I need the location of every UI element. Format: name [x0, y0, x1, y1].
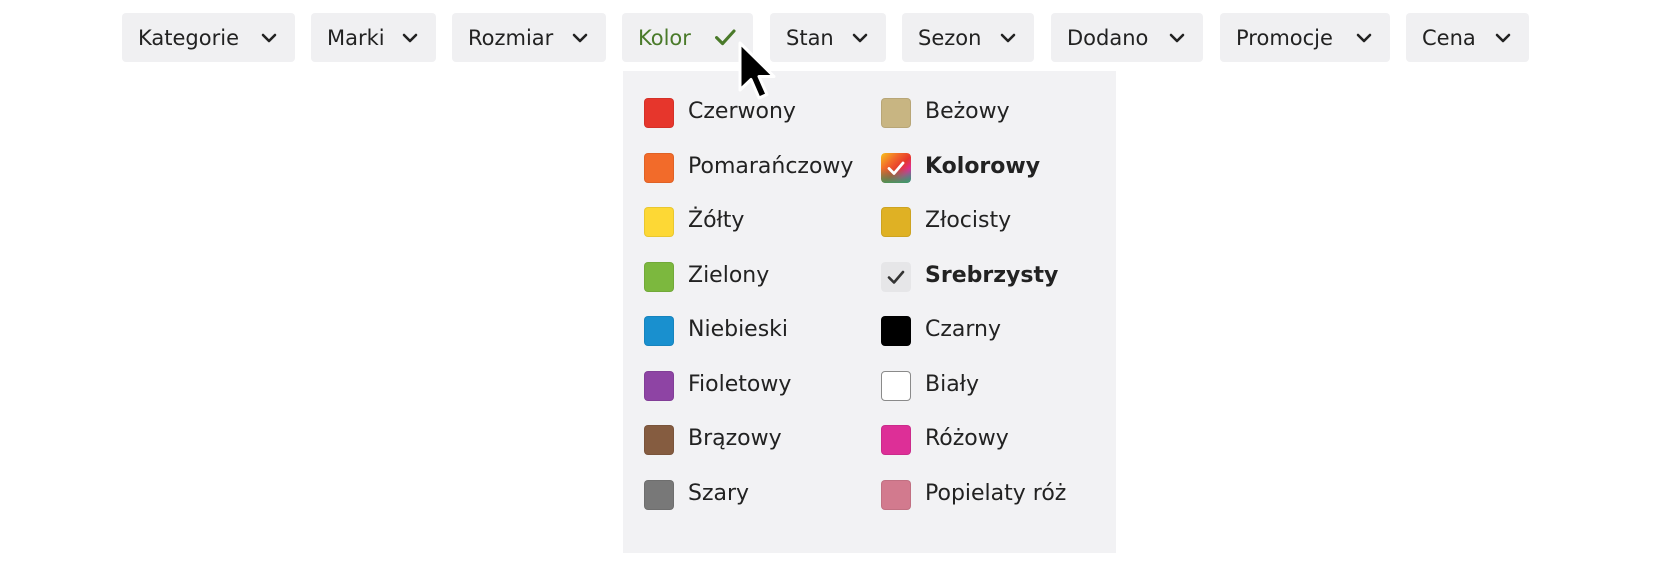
color-dropdown-panel: Czerwony Pomarańczowy Żółty Zielony Nieb…	[623, 71, 1116, 553]
filter-stan-button[interactable]: Stan	[770, 13, 886, 62]
color-option-niebieski[interactable]: Niebieski	[644, 315, 864, 347]
color-option-pomaranczowy[interactable]: Pomarańczowy	[644, 152, 864, 184]
filter-stan-label: Stan	[786, 25, 834, 50]
filter-sezon-button[interactable]: Sezon	[902, 13, 1034, 62]
purple-swatch	[644, 371, 674, 401]
chevron-down-icon	[1356, 33, 1372, 43]
filter-sezon-label: Sezon	[918, 25, 982, 50]
color-option-srebrzysty[interactable]: Srebrzysty	[881, 261, 1101, 293]
color-option-label: Kolorowy	[925, 154, 1041, 179]
color-option-label: Popielaty róż	[925, 481, 1067, 506]
chevron-down-icon	[402, 33, 418, 43]
color-option-label: Czerwony	[688, 99, 796, 124]
color-option-bezowy[interactable]: Beżowy	[881, 97, 1101, 129]
green-swatch	[644, 262, 674, 292]
filter-kolor-button[interactable]: Kolor	[622, 13, 753, 62]
color-option-label: Pomarańczowy	[688, 154, 854, 179]
color-option-label: Żółty	[688, 208, 745, 233]
filter-cena-button[interactable]: Cena	[1406, 13, 1529, 62]
orange-swatch	[644, 153, 674, 183]
color-option-label: Biały	[925, 372, 979, 397]
color-option-popielaty-roz[interactable]: Popielaty róż	[881, 479, 1101, 511]
filter-rozmiar-label: Rozmiar	[468, 25, 554, 50]
color-option-label: Brązowy	[688, 426, 782, 451]
filter-marki-label: Marki	[327, 25, 385, 50]
chevron-down-icon	[572, 33, 588, 43]
color-option-label: Szary	[688, 481, 750, 506]
color-option-label: Czarny	[925, 317, 1002, 342]
filter-promocje-label: Promocje	[1236, 25, 1333, 50]
blue-swatch	[644, 316, 674, 346]
color-option-label: Fioletowy	[688, 372, 792, 397]
filter-kolor-label: Kolor	[638, 25, 691, 50]
filter-kategorie-button[interactable]: Kategorie	[122, 13, 295, 62]
multicolor-checked-swatch-icon	[881, 153, 911, 183]
color-option-kolorowy[interactable]: Kolorowy	[881, 152, 1101, 184]
checkmark-icon	[715, 29, 736, 46]
color-option-label: Zielony	[688, 263, 770, 288]
filter-cena-label: Cena	[1422, 25, 1476, 50]
filter-rozmiar-button[interactable]: Rozmiar	[452, 13, 606, 62]
red-swatch	[644, 98, 674, 128]
beige-swatch	[881, 98, 911, 128]
color-option-czerwony[interactable]: Czerwony	[644, 97, 864, 129]
pink-swatch	[881, 425, 911, 455]
black-swatch	[881, 316, 911, 346]
color-option-bialy[interactable]: Biały	[881, 370, 1101, 402]
color-option-zlocisty[interactable]: Złocisty	[881, 206, 1101, 238]
white-swatch	[881, 371, 911, 401]
chevron-down-icon	[852, 33, 868, 43]
color-option-brazowy[interactable]: Brązowy	[644, 424, 864, 456]
color-option-rozowy[interactable]: Różowy	[881, 424, 1101, 456]
filter-marki-button[interactable]: Marki	[311, 13, 436, 62]
yellow-swatch	[644, 207, 674, 237]
color-option-label: Różowy	[925, 426, 1009, 451]
chevron-down-icon	[1000, 33, 1016, 43]
color-option-label: Beżowy	[925, 99, 1010, 124]
color-option-zolty[interactable]: Żółty	[644, 206, 864, 238]
gold-swatch	[881, 207, 911, 237]
chevron-down-icon	[1169, 33, 1185, 43]
brown-swatch	[644, 425, 674, 455]
dusty-rose-swatch	[881, 480, 911, 510]
color-option-fioletowy[interactable]: Fioletowy	[644, 370, 864, 402]
filter-kategorie-label: Kategorie	[138, 25, 239, 50]
color-option-szary[interactable]: Szary	[644, 479, 864, 511]
chevron-down-icon	[261, 33, 277, 43]
color-option-label: Złocisty	[925, 208, 1012, 233]
color-option-label: Srebrzysty	[925, 263, 1059, 288]
filter-promocje-button[interactable]: Promocje	[1220, 13, 1390, 62]
silver-checked-swatch-icon	[881, 262, 911, 292]
color-option-zielony[interactable]: Zielony	[644, 261, 864, 293]
filter-dodano-label: Dodano	[1067, 25, 1149, 50]
color-option-czarny[interactable]: Czarny	[881, 315, 1101, 347]
filter-dodano-button[interactable]: Dodano	[1051, 13, 1203, 62]
chevron-down-icon	[1495, 33, 1511, 43]
gray-swatch	[644, 480, 674, 510]
color-option-label: Niebieski	[688, 317, 789, 342]
